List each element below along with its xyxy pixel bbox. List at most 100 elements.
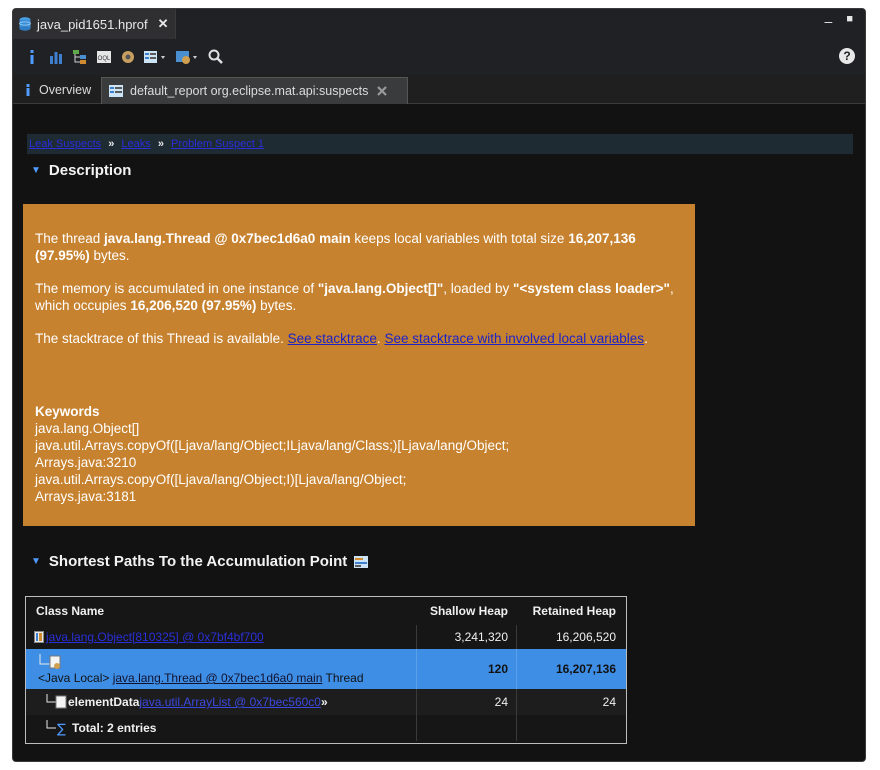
thread-type-label: Thread: [322, 671, 364, 685]
thread-summary: The thread java.lang.Thread @ 0x7bec1d6a…: [35, 230, 683, 264]
class-loader: "<system class loader>": [513, 281, 670, 296]
tab-default-report[interactable]: default_report org.eclipse.mat.api:suspe…: [101, 77, 408, 104]
breadcrumb-problem-suspect-1[interactable]: Problem Suspect 1: [171, 138, 264, 150]
retained-heap-cell: 16,207,136: [516, 649, 626, 689]
toolbar: OQL ?: [13, 39, 865, 75]
retained-heap-cell: 24: [516, 689, 626, 715]
shallow-heap-cell: 24: [416, 689, 516, 715]
heap-dump-overview-icon[interactable]: [119, 48, 137, 66]
description-section-header[interactable]: ▼ Description: [31, 162, 131, 179]
text: , loaded by: [443, 281, 514, 296]
shallow-heap-cell: 3,241,320: [416, 625, 516, 649]
column-header-retained-heap[interactable]: Retained Heap: [516, 597, 626, 625]
arraylist-link[interactable]: java.util.ArrayList @ 0x7bec560c0: [139, 695, 321, 709]
file-tab-title: java_pid1651.hprof: [37, 16, 148, 32]
text: bytes.: [89, 248, 130, 263]
breadcrumb-leak-suspects[interactable]: Leak Suspects: [29, 138, 101, 150]
info-icon[interactable]: [23, 48, 41, 66]
keywords-block: Keywords java.lang.Object[] java.util.Ar…: [35, 403, 683, 505]
query-browser-icon[interactable]: [175, 48, 201, 66]
help-icon[interactable]: ?: [839, 48, 855, 64]
info-icon: [26, 84, 30, 96]
stacktrace-summary: The stacktrace of this Thread is availab…: [35, 330, 683, 347]
mat-window: java_pid1651.hprof ✕ – ■ OQL ? Overview …: [12, 8, 866, 762]
collapse-triangle-icon[interactable]: ▼: [31, 556, 41, 567]
paths-section-header[interactable]: ▼ Shortest Paths To the Accumulation Poi…: [31, 553, 369, 570]
class-name-cell: elementData java.util.ArrayList @ 0x7bec…: [26, 689, 416, 715]
dominator-tree-icon[interactable]: [71, 48, 89, 66]
column-header-class-name[interactable]: Class Name: [26, 597, 416, 625]
report-content: Leak Suspects » Leaks » Problem Suspect …: [13, 104, 865, 761]
text: .: [644, 331, 648, 346]
total-cell: ∑ Total: 2 entries: [26, 715, 416, 741]
array-icon: [34, 631, 44, 643]
table-row[interactable]: java.lang.Object[810325] @ 0x7bf4bf700 3…: [26, 625, 626, 649]
editor-tabs: Overview default_report org.eclipse.mat.…: [13, 75, 865, 104]
table-total-row: ∑ Total: 2 entries: [26, 715, 626, 741]
empty-cell: [416, 715, 516, 741]
breadcrumb-separator: »: [157, 138, 164, 150]
object-link[interactable]: java.lang.Object[810325] @ 0x7bf4bf700: [46, 630, 264, 644]
text: bytes.: [256, 298, 297, 313]
tab-default-report-label: default_report org.eclipse.mat.api:suspe…: [130, 84, 369, 98]
table-header-row: Class Name Shallow Heap Retained Heap: [26, 597, 626, 625]
close-tab-icon[interactable]: [376, 85, 388, 97]
tab-overview-label: Overview: [39, 83, 92, 97]
oql-icon[interactable]: OQL: [95, 48, 113, 66]
keyword: Arrays.java:3181: [35, 489, 137, 504]
breadcrumb-separator: »: [108, 138, 115, 150]
text: The thread: [35, 231, 105, 246]
file-tab[interactable]: java_pid1651.hprof ✕: [13, 9, 176, 39]
occupied-size: 16,206,520 (97.95%): [130, 298, 257, 313]
search-icon[interactable]: [207, 48, 225, 66]
maximize-button[interactable]: ■: [846, 13, 853, 29]
report-icon: [109, 85, 123, 97]
class-name-cell: <Java Local> java.lang.Thread @ 0x7bec1d…: [26, 649, 416, 689]
class-name-cell: java.lang.Object[810325] @ 0x7bf4bf700: [26, 625, 416, 649]
more-indicator[interactable]: »: [321, 695, 328, 709]
svg-text:∑: ∑: [57, 722, 66, 736]
histogram-icon[interactable]: [47, 48, 65, 66]
tab-overview[interactable]: Overview: [15, 77, 99, 103]
open-in-query-icon[interactable]: [353, 555, 369, 569]
table-row[interactable]: elementData java.util.ArrayList @ 0x7bec…: [26, 689, 626, 715]
see-stacktrace-link[interactable]: See stacktrace: [288, 331, 377, 346]
sum-icon: ∑: [46, 720, 66, 736]
total-entries: Total: 2 entries: [72, 721, 157, 735]
keyword: java.util.Arrays.copyOf([Ljava/lang/Obje…: [35, 438, 510, 453]
keyword: Arrays.java:3210: [35, 455, 137, 470]
column-header-shallow-heap[interactable]: Shallow Heap: [416, 597, 516, 625]
svg-text:OQL: OQL: [98, 56, 111, 62]
tree-branch-thread-icon: [39, 654, 61, 669]
accumulation-summary: The memory is accumulated in one instanc…: [35, 280, 683, 314]
description-heading: Description: [48, 162, 132, 179]
java-local-label: <Java Local>: [38, 671, 113, 685]
object-class: "java.lang.Object[]": [317, 281, 444, 296]
close-icon[interactable]: ✕: [158, 16, 169, 32]
thread-name: java.lang.Thread @ 0x7bec1d6a0 main: [104, 231, 351, 246]
empty-cell: [516, 715, 626, 741]
minimize-button[interactable]: –: [825, 13, 833, 29]
tree-branch-field-icon: [46, 694, 67, 709]
retained-heap-cell: 16,206,520: [516, 625, 626, 649]
text: keeps local variables with total size: [350, 231, 569, 246]
breadcrumb-leaks[interactable]: Leaks: [121, 138, 150, 150]
keywords-title: Keywords: [35, 404, 100, 419]
text: The memory is accumulated in one instanc…: [35, 281, 318, 296]
field-name: elementData: [68, 695, 140, 709]
paths-heading: Shortest Paths To the Accumulation Point: [48, 553, 348, 570]
keyword: java.lang.Object[]: [35, 421, 140, 436]
reports-icon[interactable]: [143, 48, 169, 66]
keyword: java.util.Arrays.copyOf([Ljava/lang/Obje…: [35, 472, 407, 487]
thread-link[interactable]: java.lang.Thread @ 0x7bec1d6a0 main: [113, 671, 323, 685]
see-stacktrace-local-vars-link[interactable]: See stacktrace with involved local varia…: [384, 331, 644, 346]
collapse-triangle-icon[interactable]: ▼: [31, 165, 41, 176]
description-box: The thread java.lang.Thread @ 0x7bec1d6a…: [23, 204, 695, 526]
breadcrumb: Leak Suspects » Leaks » Problem Suspect …: [27, 134, 853, 154]
text: The stacktrace of this Thread is availab…: [35, 331, 288, 346]
title-bar: java_pid1651.hprof ✕ – ■: [13, 9, 865, 39]
table-row-selected[interactable]: <Java Local> java.lang.Thread @ 0x7bec1d…: [26, 649, 626, 689]
database-icon: [19, 17, 31, 31]
paths-table: Class Name Shallow Heap Retained Heap ja…: [25, 596, 627, 744]
shallow-heap-cell: 120: [416, 649, 516, 689]
